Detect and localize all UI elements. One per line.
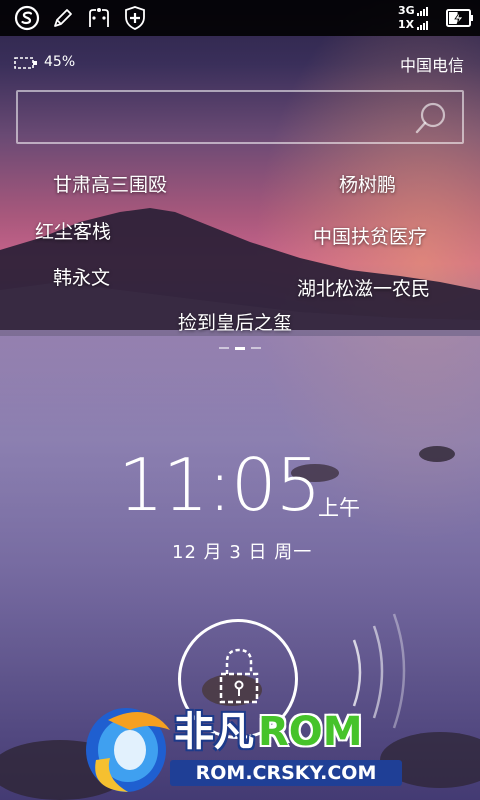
keyword-item[interactable]: 湖北松滋一农民 xyxy=(297,274,430,301)
keyword-item[interactable]: 甘肃高三围殴 xyxy=(53,170,167,197)
lockscreen-info-row: 45% 中国电信 xyxy=(0,44,480,82)
battery-charging-icon xyxy=(446,9,473,27)
watermark-brand-en: ROM xyxy=(258,709,363,755)
battery-plug-icon xyxy=(14,57,37,69)
watermark-brand-cn: 非凡 xyxy=(174,709,254,755)
page-dot xyxy=(219,347,229,349)
clock-ampm: 上午 xyxy=(318,496,360,520)
watermark: 非凡 ROM ROM.CRSKY.COM xyxy=(78,700,418,796)
lock-icon xyxy=(219,648,259,704)
battery-percent: 45% xyxy=(44,54,76,70)
carrier-name: 中国电信 xyxy=(399,56,464,75)
sogou-icon xyxy=(14,5,40,31)
keyword-item[interactable]: 红尘客栈 xyxy=(35,217,111,244)
clock-time: 11:05 xyxy=(118,443,321,527)
search-input[interactable] xyxy=(16,90,464,144)
clock-date: 12 月 3 日 周一 xyxy=(172,542,313,563)
edit-icon xyxy=(54,9,72,27)
crsky-logo-icon xyxy=(86,708,170,792)
network-type-label-2: 1X xyxy=(398,18,415,31)
keyword-item[interactable]: 中国扶贫医疗 xyxy=(313,222,427,249)
keyword-item[interactable]: 捡到皇后之玺 xyxy=(178,308,292,335)
keyword-item[interactable]: 杨树鹏 xyxy=(339,170,396,197)
signal-icon xyxy=(417,6,429,16)
watermark-brand: 非凡 ROM xyxy=(174,708,363,756)
signal-icon-2 xyxy=(417,20,429,30)
status-bar: 3G 1X xyxy=(0,0,480,36)
screenshot-icon xyxy=(89,8,109,27)
shield-icon xyxy=(125,6,145,30)
search-icon[interactable] xyxy=(414,101,448,135)
network-type-label: 3G xyxy=(398,4,415,17)
page-dot xyxy=(251,347,261,349)
keyword-item[interactable]: 韩永文 xyxy=(53,263,110,290)
watermark-url: ROM.CRSKY.COM xyxy=(170,760,402,786)
page-dot-active xyxy=(235,347,245,350)
